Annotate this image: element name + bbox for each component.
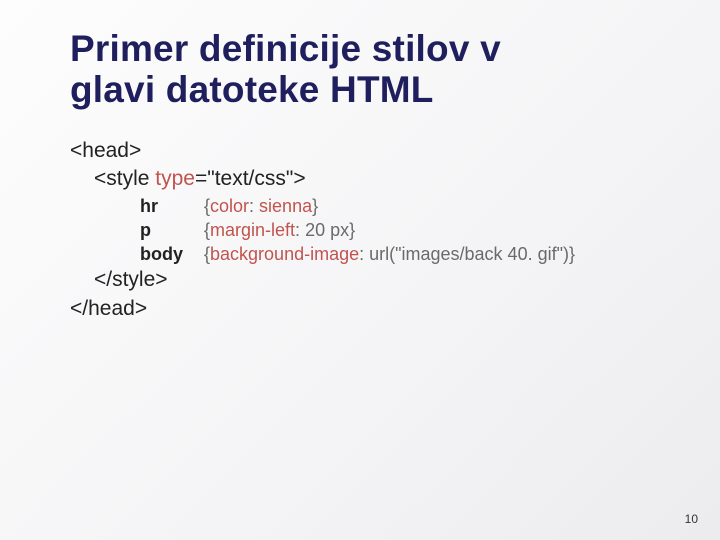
style-open-a: <style — [94, 167, 155, 190]
selector: p — [140, 218, 204, 242]
value: sienna — [259, 196, 312, 216]
style-attr-val: "text/css" — [207, 167, 293, 190]
css-rules: hr {color: sienna} p {margin-left: 20 px… — [70, 194, 680, 267]
property: background-image — [210, 244, 359, 264]
rule-body: {margin-left: 20 px} — [204, 218, 355, 242]
value: 20 px — [305, 220, 349, 240]
colon: : — [359, 244, 369, 264]
style-eq: = — [195, 167, 207, 190]
css-rule: body {background-image: url("images/back… — [140, 242, 680, 266]
rbrace: } — [312, 196, 318, 216]
property: margin-left — [210, 220, 295, 240]
code-style-open: <style type="text/css"> — [70, 165, 680, 193]
code-head-open: <head> — [70, 137, 680, 165]
style-open-b: > — [293, 167, 305, 190]
slide: Primer definicije stilov v glavi datotek… — [0, 0, 720, 323]
code-style-close: </style> — [70, 266, 680, 294]
selector: hr — [140, 194, 204, 218]
selector: body — [140, 242, 204, 266]
rule-body: {background-image: url("images/back 40. … — [204, 242, 575, 266]
title-line-2: glavi datoteke HTML — [70, 69, 434, 110]
property: color — [210, 196, 249, 216]
style-attr-name: type — [155, 167, 195, 190]
code-head-close: </head> — [70, 295, 680, 323]
rule-body: {color: sienna} — [204, 194, 318, 218]
slide-title: Primer definicije stilov v glavi datotek… — [70, 28, 680, 111]
rbrace: } — [349, 220, 355, 240]
colon: : — [295, 220, 305, 240]
page-number: 10 — [685, 512, 698, 526]
rbrace: } — [569, 244, 575, 264]
title-line-1: Primer definicije stilov v — [70, 28, 501, 69]
value: url("images/back 40. gif") — [369, 244, 569, 264]
css-rule: p {margin-left: 20 px} — [140, 218, 680, 242]
colon: : — [249, 196, 259, 216]
code-block: <head> <style type="text/css"> hr {color… — [70, 137, 680, 323]
css-rule: hr {color: sienna} — [140, 194, 680, 218]
